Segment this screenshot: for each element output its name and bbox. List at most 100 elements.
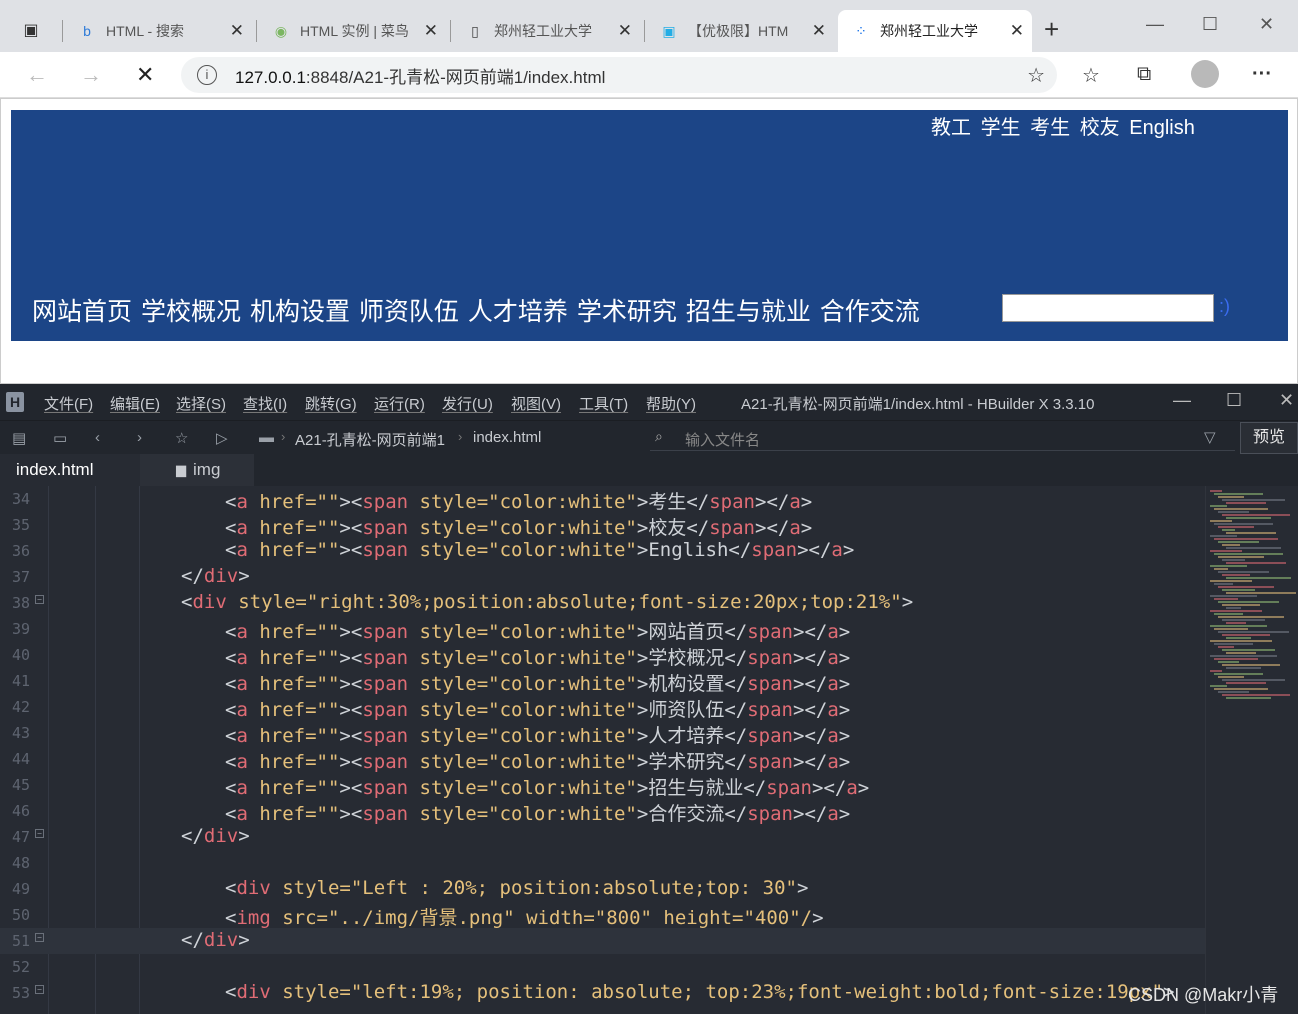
nav-organization[interactable]: 机构设置	[250, 298, 350, 326]
info-icon[interactable]: i	[197, 65, 217, 85]
minimize-icon[interactable]: —	[1146, 14, 1164, 35]
favorites-icon[interactable]: ☆	[1082, 63, 1100, 88]
close-icon[interactable]: ✕	[812, 21, 826, 41]
top-link-applicants[interactable]: 考生	[1030, 117, 1070, 139]
preview-button[interactable]: 预览	[1240, 422, 1298, 454]
fold-toggle-icon[interactable]: −	[35, 933, 44, 942]
save-icon[interactable]: ▭	[53, 429, 67, 447]
code-line[interactable]: 35 <a href=""><span style="color:white">校…	[0, 512, 1205, 539]
code-line[interactable]: 37 </div>	[0, 564, 1205, 590]
search-button-glyph[interactable]: :)	[1219, 296, 1230, 317]
editor-tab-index[interactable]: index.html	[0, 454, 140, 486]
code-line[interactable]: 53− <div style="left:19%; position: absol…	[0, 980, 1205, 1006]
menu-publish[interactable]: 发行(U)	[442, 393, 493, 414]
fold-toggle-icon[interactable]: −	[35, 985, 44, 994]
breadcrumb-separator: ›	[281, 429, 286, 444]
code-line[interactable]: 43 <a href=""><span style="color:white">人…	[0, 720, 1205, 747]
code-line[interactable]: 42 <a href=""><span style="color:white">师…	[0, 694, 1205, 721]
close-icon[interactable]: ✕	[618, 21, 632, 41]
close-icon[interactable]: ✕	[230, 21, 244, 41]
tab-bing-search[interactable]: b HTML - 搜索 ✕	[64, 10, 252, 52]
code-line[interactable]: 39 <a href=""><span style="color:white">网…	[0, 616, 1205, 643]
forward-icon[interactable]: →	[80, 62, 102, 88]
code-text: <div style="Left : 20%; position:absolut…	[225, 877, 809, 899]
code-editor[interactable]: 34 <a href=""><span style="color:white">考…	[0, 486, 1205, 1014]
maximize-icon[interactable]: ☐	[1202, 14, 1218, 35]
breadcrumb-separator: ›	[458, 429, 463, 444]
page-icon: ▯	[471, 23, 479, 39]
run-icon[interactable]: ▷	[216, 429, 228, 447]
nav-about[interactable]: 学校概况	[141, 298, 241, 326]
code-line[interactable]: 38− <div style="right:30%;position:absolu…	[0, 590, 1205, 616]
code-line[interactable]: 51− </div>	[0, 928, 1205, 954]
more-icon[interactable]: ···	[1252, 63, 1272, 86]
code-line[interactable]: 36 <a href=""><span style="color:white">E…	[0, 538, 1205, 564]
menu-view[interactable]: 视图(V)	[511, 393, 561, 414]
nav-home[interactable]: 网站首页	[32, 298, 132, 326]
nav-education[interactable]: 人才培养	[468, 298, 568, 326]
menu-goto[interactable]: 跳转(G)	[305, 393, 357, 414]
menu-select[interactable]: 选择(S)	[176, 393, 226, 414]
folder-icon[interactable]: ▬	[259, 429, 274, 446]
nav-research[interactable]: 学术研究	[577, 298, 677, 326]
code-line[interactable]: 41 <a href=""><span style="color:white">机…	[0, 668, 1205, 695]
minimize-icon[interactable]: —	[1173, 390, 1191, 411]
address-bar[interactable]: i 127.0.0.1:8848/A21-孔青松-网页前端1/index.htm…	[181, 57, 1057, 93]
code-line[interactable]: 47− </div>	[0, 824, 1205, 850]
code-minimap[interactable]	[1205, 486, 1298, 1014]
back-icon[interactable]: ←	[26, 62, 48, 88]
maximize-icon[interactable]: ☐	[1226, 390, 1242, 411]
new-file-icon[interactable]: ▤	[12, 429, 26, 447]
code-line[interactable]: 46 <a href=""><span style="color:white">合…	[0, 798, 1205, 825]
breadcrumb-file[interactable]: index.html	[473, 429, 541, 446]
top-link-students[interactable]: 学生	[981, 117, 1021, 139]
tab-actions-icon[interactable]: ▣	[22, 22, 40, 40]
code-text: </div>	[181, 825, 250, 847]
profile-avatar[interactable]	[1191, 60, 1219, 88]
filter-icon[interactable]: ▽	[1204, 428, 1216, 446]
close-icon[interactable]: ✕	[424, 21, 438, 41]
code-line[interactable]: 44 <a href=""><span style="color:white">学…	[0, 746, 1205, 773]
tab-zzuli-active[interactable]: ⁘ 郑州轻工业大学 ✕	[838, 10, 1032, 52]
menu-edit[interactable]: 编辑(E)	[110, 393, 160, 414]
fold-toggle-icon[interactable]: −	[35, 829, 44, 838]
star-icon[interactable]: ☆	[175, 429, 188, 447]
top-link-english[interactable]: English	[1129, 117, 1195, 139]
menu-find[interactable]: 查找(I)	[243, 393, 287, 414]
menu-help[interactable]: 帮助(Y)	[646, 393, 696, 414]
add-favorite-icon[interactable]: ☆	[1027, 63, 1045, 88]
tab-runoob[interactable]: ◉ HTML 实例 | 菜鸟 ✕	[258, 10, 446, 52]
nav-admissions[interactable]: 招生与就业	[686, 298, 811, 326]
tab-zzuli-1[interactable]: ▯ 郑州轻工业大学 ✕	[452, 10, 640, 52]
code-line[interactable]: 48	[0, 850, 1205, 876]
menu-tools[interactable]: 工具(T)	[579, 393, 628, 414]
breadcrumb-project[interactable]: A21-孔青松-网页前端1	[295, 429, 445, 450]
menu-file[interactable]: 文件(F)	[44, 393, 93, 414]
nav-cooperation[interactable]: 合作交流	[820, 298, 920, 326]
top-link-staff[interactable]: 教工	[931, 117, 971, 139]
new-tab-button[interactable]: +	[1044, 14, 1059, 45]
menu-run[interactable]: 运行(R)	[374, 393, 425, 414]
back-icon[interactable]: ‹	[95, 429, 100, 446]
editor-tab-img[interactable]: ▆ img	[140, 454, 254, 486]
nav-faculty[interactable]: 师资队伍	[359, 298, 459, 326]
code-line[interactable]: 50 <img src="../img/背景.png" width="800" h…	[0, 902, 1205, 929]
close-icon[interactable]: ✕	[1010, 21, 1024, 41]
code-line[interactable]: 52	[0, 954, 1205, 980]
code-line[interactable]: 40 <a href=""><span style="color:white">学…	[0, 642, 1205, 669]
close-window-icon[interactable]: ✕	[1259, 14, 1274, 35]
fold-toggle-icon[interactable]: −	[35, 595, 44, 604]
file-search-input[interactable]: ⌕ 输入文件名	[650, 427, 1235, 451]
code-line[interactable]: 45 <a href=""><span style="color:white">招…	[0, 772, 1205, 799]
top-link-alumni[interactable]: 校友	[1080, 117, 1120, 139]
ide-menubar: H 文件(F) 编辑(E) 选择(S) 查找(I) 跳转(G) 运行(R) 发行…	[0, 384, 1298, 420]
site-search-input[interactable]	[1002, 294, 1214, 322]
stop-loading-icon[interactable]: ✕	[136, 62, 154, 88]
folder-icon: ▆	[176, 462, 186, 477]
code-line[interactable]: 49 <div style="Left : 20%; position:absol…	[0, 876, 1205, 902]
collections-icon[interactable]: ⧉	[1137, 63, 1151, 86]
code-line[interactable]: 34 <a href=""><span style="color:white">考…	[0, 486, 1205, 513]
forward-icon[interactable]: ›	[137, 429, 142, 446]
close-icon[interactable]: ✕	[1279, 390, 1294, 411]
tab-bilibili[interactable]: ▣ 【优极限】HTM ✕	[646, 10, 834, 52]
